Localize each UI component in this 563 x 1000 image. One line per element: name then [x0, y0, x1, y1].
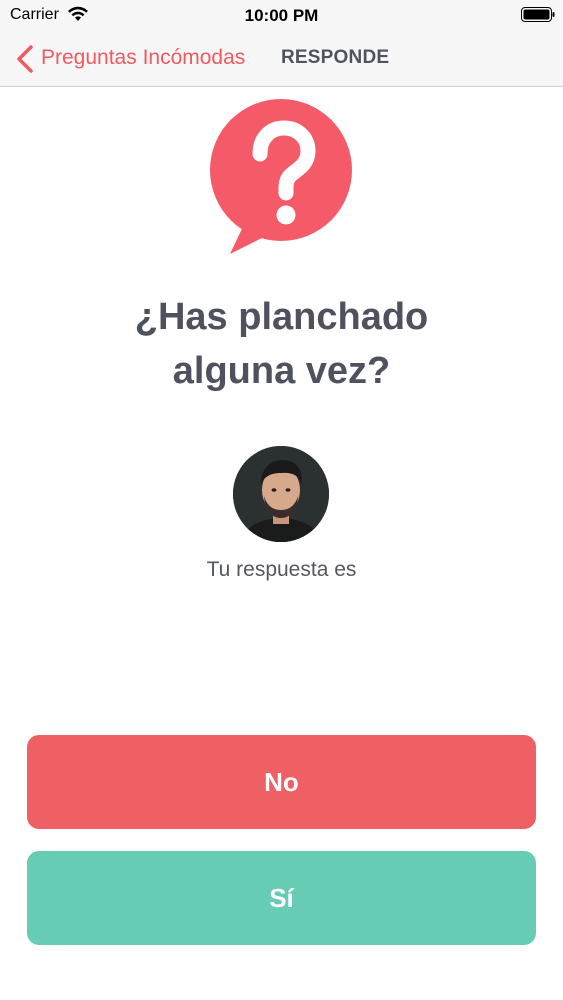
status-time: 10:00 PM: [244, 6, 319, 25]
avatar: [233, 446, 329, 542]
navigation-bar: Preguntas Incómodas RESPONDE: [0, 30, 563, 87]
page-title: RESPONDE: [281, 47, 390, 68]
answer-prompt: Tu respuesta es: [206, 558, 357, 581]
question-line-2: alguna vez?: [172, 350, 391, 392]
back-button[interactable]: Preguntas Incómodas: [41, 46, 245, 70]
question-line-1: ¿Has planchado: [134, 296, 429, 338]
status-bar: Carrier 10:00 PM: [0, 0, 563, 30]
question-bubble-icon: [210, 99, 352, 254]
answer-no-button[interactable]: No: [27, 735, 536, 829]
answer-yes-button[interactable]: Sí: [27, 851, 536, 945]
question-text: ¿Has planchado alguna vez?: [60, 290, 503, 398]
back-chevron-icon[interactable]: [14, 44, 36, 74]
battery-icon: [521, 7, 555, 22]
